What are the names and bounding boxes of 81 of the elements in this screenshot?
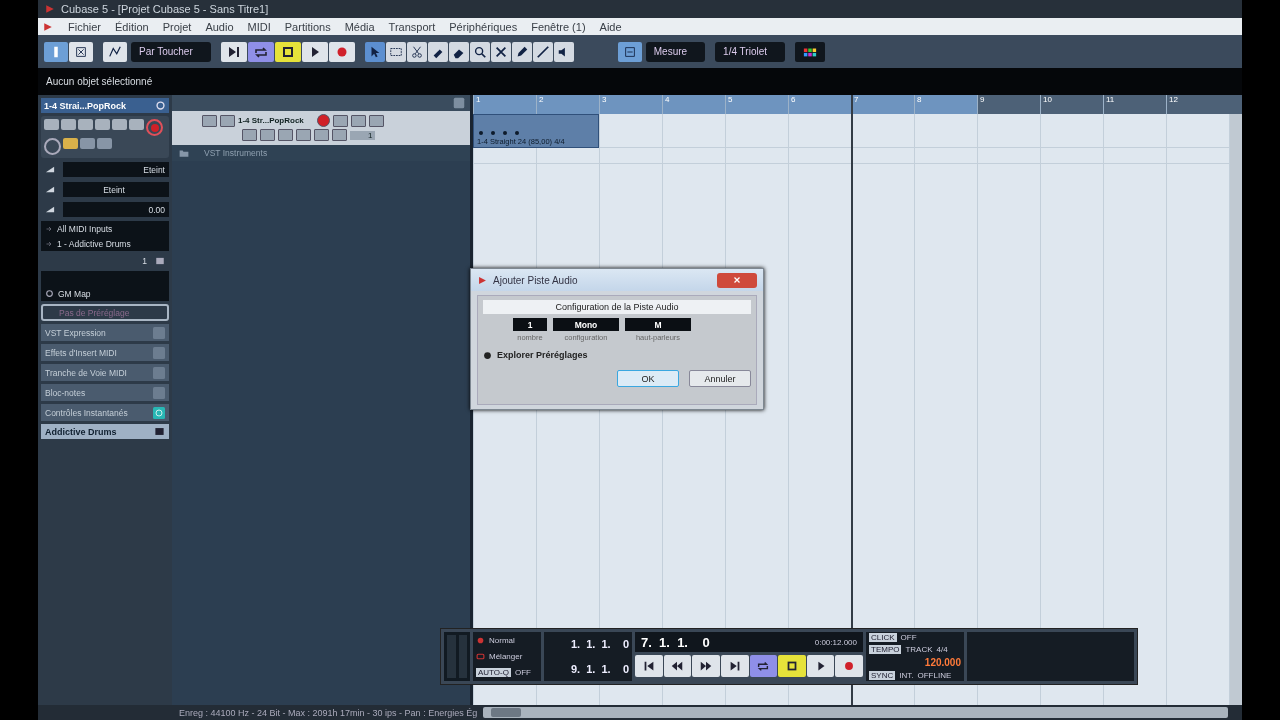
ruler-bar-number: 9 [977, 95, 1040, 114]
track-name: 1-4 Str...PopRock [238, 116, 305, 125]
tempo-mode: TRACK [905, 645, 933, 655]
menu-item[interactable]: Fichier [68, 20, 101, 33]
folder-track-name: VST Instruments [204, 148, 268, 158]
cycle-mode-field[interactable]: Mélanger [489, 652, 523, 661]
menu-item[interactable]: Média [344, 20, 375, 33]
inspector-section[interactable]: Tranche de Voie MIDI [41, 364, 169, 381]
click-button[interactable]: CLICK [869, 633, 897, 643]
track-row[interactable]: 1-4 Str...PopRock 1 [172, 111, 470, 145]
menu-item[interactable]: Périphériques [449, 20, 518, 33]
dialog-heading: Configuration de la Piste Audio [483, 300, 751, 314]
menu-item[interactable]: Transport [388, 20, 436, 33]
channel-field[interactable]: 1 [350, 130, 376, 140]
time-signature: 4/4 [936, 645, 948, 655]
dialog-title: Ajouter Piste Audio [493, 274, 578, 286]
ruler-bar-number: 10 [1040, 95, 1103, 114]
channel-field[interactable]: 1 [142, 256, 147, 266]
sync-source: INT. [899, 670, 914, 680]
ruler-bar-number: 11 [1103, 95, 1166, 114]
inspector-section[interactable]: Bloc-notes [41, 384, 169, 401]
track-name: 1-4 Strai...PopRock [44, 100, 127, 111]
menu-item[interactable]: Aide [599, 20, 622, 33]
left-locator-display[interactable]: 1. 1. 1. 0 [547, 638, 629, 651]
record-mode-field[interactable]: Normal [489, 635, 515, 645]
section-label: Contrôles Instantanés [45, 407, 128, 418]
auto-quantize-state: OFF [514, 668, 531, 678]
input-routing-field[interactable]: All MIDI Inputs [57, 223, 113, 234]
config-field[interactable]: M [625, 318, 691, 331]
ruler-bar-number: 3 [599, 95, 662, 114]
ruler-bar-number: 8 [914, 95, 977, 114]
delay-field[interactable]: 0.00 [63, 202, 169, 217]
section-label: Tranche de Voie MIDI [45, 367, 127, 378]
section-label: Effets d'Insert MIDI [45, 347, 117, 358]
ruler-bar-number: 5 [725, 95, 788, 114]
grid-type-dropdown[interactable]: Mesure [645, 41, 706, 62]
time-display[interactable]: 0:00:12.000 [814, 637, 857, 647]
ruler-bar-number: 4 [662, 95, 725, 114]
browse-presets-label: Explorer Préréglages [497, 350, 588, 360]
inspector-section[interactable]: VST Expression [41, 324, 169, 341]
auto-quantize-button[interactable]: AUTO-Q [476, 668, 511, 678]
window-title: Cubase 5 - [Projet Cubase 5 - Sans Titre1] [61, 3, 269, 15]
config-field[interactable]: 1 [513, 318, 547, 331]
sync-state: OFFLINE [917, 670, 952, 680]
ruler-bar-number: 6 [788, 95, 851, 114]
info-line-text: Aucun objet sélectionné [46, 76, 153, 87]
menu-item[interactable]: MIDI [247, 20, 271, 33]
menu-item[interactable]: Fenêtre (1) [531, 20, 586, 33]
inspector-section[interactable]: Contrôles Instantanés [41, 404, 169, 421]
status-bar-text: Enreg : 44100 Hz - 24 Bit - Max : 2091h 17min - 30 ips - Pan : Energies Ég [178, 707, 478, 718]
right-locator-display[interactable]: 9. 1. 1. 0 [547, 662, 629, 675]
config-field[interactable]: Mono [553, 318, 619, 331]
position-display[interactable]: 7. 1. 1. 0 [641, 634, 710, 650]
ruler-bar-number: 7 [851, 95, 914, 114]
ruler-bar-number: 2 [536, 95, 599, 114]
instrument-section[interactable]: Addictive Drums [41, 424, 169, 439]
browse-presets-toggle[interactable]: Explorer Préréglages [483, 350, 751, 360]
menu-item[interactable]: Projet [162, 20, 192, 33]
map-field[interactable]: GM Map [58, 288, 91, 299]
sync-button[interactable]: SYNC [869, 670, 896, 680]
ruler-bar-number: 1 [473, 95, 536, 114]
instrument-name: Addictive Drums [45, 426, 117, 437]
volume-field[interactable]: Eteint [63, 162, 169, 177]
ok-button[interactable]: OK [617, 370, 679, 387]
menu-item[interactable]: Partitions [284, 20, 331, 33]
output-routing-field[interactable]: 1 - Addictive Drums [57, 238, 131, 249]
tempo-button[interactable]: TEMPO [869, 645, 902, 655]
automation-mode-dropdown[interactable]: Par Toucher [131, 41, 211, 62]
click-state: OFF [900, 633, 917, 643]
ruler-bar-number: 12 [1166, 95, 1229, 114]
quantize-dropdown[interactable]: 1/4 Triolet [715, 41, 786, 62]
inspector-section[interactable]: Effets d'Insert MIDI [41, 344, 169, 361]
cancel-button[interactable]: Annuler [689, 370, 751, 387]
menu-item[interactable]: Édition [115, 20, 149, 33]
folder-track-row[interactable]: VST Instruments [172, 145, 470, 161]
pan-field[interactable]: Eteint [63, 182, 169, 197]
inspector-track-header[interactable]: 1-4 Strai...PopRock [41, 98, 169, 113]
section-label: Bloc-notes [45, 387, 86, 398]
tempo-value: 120.000 [924, 656, 961, 668]
section-label: VST Expression [45, 327, 106, 338]
menu-item[interactable]: Audio [205, 20, 234, 33]
